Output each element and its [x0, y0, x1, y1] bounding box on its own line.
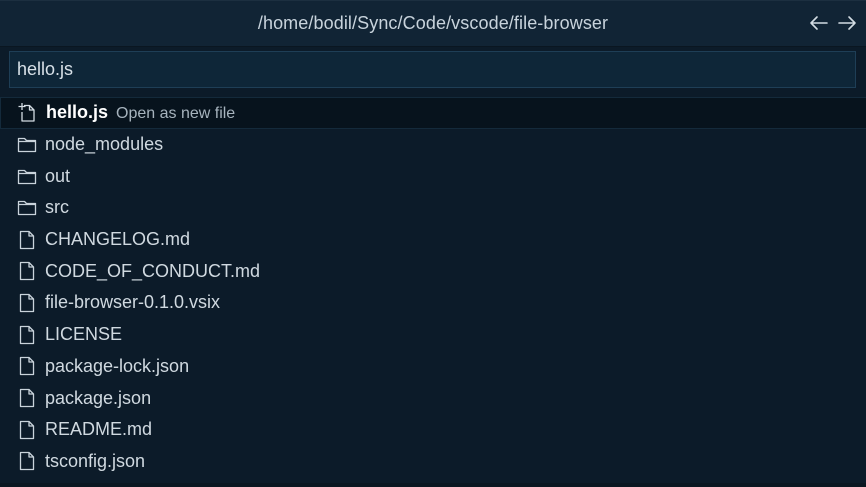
- new-file-icon: [17, 102, 39, 124]
- forward-button[interactable]: [836, 11, 858, 35]
- path-input[interactable]: [10, 52, 855, 87]
- file-list: hello.js Open as new file node_modulesout s…: [0, 97, 866, 477]
- item-name: src: [45, 197, 69, 218]
- bottom-border: [0, 483, 866, 487]
- item-name: LICENSE: [45, 324, 123, 345]
- title-bar: /home/bodil/Sync/Code/vscode/file-browse…: [0, 1, 866, 47]
- item-name: CODE_OF_CONDUCT.md: [45, 260, 261, 281]
- file-icon: [16, 229, 38, 251]
- file-icon: [16, 292, 38, 314]
- item-name: file-browser-0.1.0.vsix: [45, 292, 221, 313]
- file-browser-window: /home/bodil/Sync/Code/vscode/file-browse…: [0, 0, 866, 487]
- list-item[interactable]: src: [0, 192, 866, 224]
- item-label: package-lock.json: [45, 356, 189, 377]
- item-name: hello.js: [46, 102, 109, 123]
- item-label: node_modules: [45, 134, 163, 155]
- item-name: CHANGELOG.md: [45, 229, 191, 250]
- folder-icon: [16, 165, 38, 187]
- item-label: hello.js Open as new file: [46, 102, 235, 123]
- item-label: CODE_OF_CONDUCT.md: [45, 261, 260, 282]
- search-box: [9, 51, 856, 88]
- file-icon: [16, 324, 38, 346]
- folder-icon: [16, 134, 38, 156]
- list-item[interactable]: package.json: [0, 382, 866, 414]
- item-label: tsconfig.json: [45, 451, 145, 472]
- list-item-selected[interactable]: hello.js Open as new file: [0, 97, 866, 129]
- list-item[interactable]: node_modules: [0, 129, 866, 161]
- list-item[interactable]: README.md: [0, 414, 866, 446]
- item-name: node_modules: [45, 134, 164, 155]
- item-label: README.md: [45, 419, 152, 440]
- item-label: LICENSE: [45, 324, 122, 345]
- file-icon: [16, 260, 38, 282]
- list-item[interactable]: package-lock.json: [0, 351, 866, 383]
- list-item[interactable]: tsconfig.json: [0, 446, 866, 478]
- list-item[interactable]: CODE_OF_CONDUCT.md: [0, 255, 866, 287]
- list-item[interactable]: LICENSE: [0, 319, 866, 351]
- list-item[interactable]: out: [0, 160, 866, 192]
- item-name: package-lock.json: [45, 355, 190, 376]
- arrow-right-icon: [838, 16, 856, 30]
- item-name: out: [45, 165, 71, 186]
- item-label: file-browser-0.1.0.vsix: [45, 292, 220, 313]
- path-title: /home/bodil/Sync/Code/vscode/file-browse…: [257, 13, 609, 33]
- file-icon: [16, 419, 38, 441]
- item-name: package.json: [45, 387, 152, 408]
- item-label: out: [45, 166, 70, 187]
- file-icon: [16, 450, 38, 472]
- file-icon: [16, 387, 38, 409]
- item-label: src: [45, 197, 69, 218]
- list-item[interactable]: CHANGELOG.md: [0, 224, 866, 256]
- navigation-buttons: [808, 11, 858, 35]
- list-item[interactable]: file-browser-0.1.0.vsix: [0, 287, 866, 319]
- item-label: package.json: [45, 388, 151, 409]
- file-icon: [16, 355, 38, 377]
- folder-icon: [16, 197, 38, 219]
- back-button[interactable]: [808, 11, 830, 35]
- arrow-left-icon: [810, 16, 828, 30]
- item-name: tsconfig.json: [45, 450, 146, 471]
- item-description: Open as new file: [116, 105, 236, 123]
- item-label: CHANGELOG.md: [45, 229, 190, 250]
- item-name: README.md: [45, 419, 153, 440]
